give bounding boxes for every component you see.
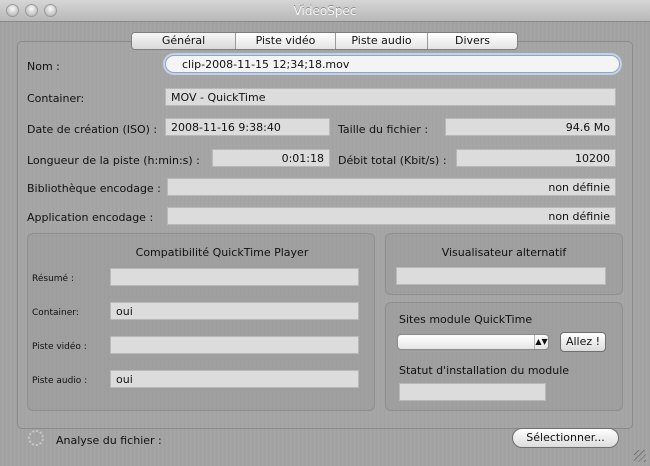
compat-video-label: Piste vidéo :	[32, 342, 87, 352]
longueur-piste-field[interactable]: 0:01:18	[212, 149, 330, 167]
progress-spinner-icon	[28, 430, 44, 446]
bibliotheque-encodage-field[interactable]: non définie	[167, 178, 616, 196]
window-title: VideoSpec	[293, 4, 357, 18]
date-creation-field[interactable]: 2008-11-16 9:38:40	[165, 118, 330, 136]
taille-fichier-label: Taille du fichier :	[338, 123, 429, 136]
compat-resume-field[interactable]	[110, 268, 359, 286]
tab-divers[interactable]: Divers	[428, 33, 517, 49]
resize-grip-icon[interactable]	[634, 450, 646, 462]
zoom-light-icon[interactable]	[44, 4, 57, 17]
nom-field[interactable]: clip-2008-11-15 12;34;18.mov	[165, 55, 620, 73]
tab-bar: Général Piste vidéo Piste audio Divers	[131, 32, 518, 50]
debit-total-field[interactable]: 10200	[456, 149, 616, 167]
statut-installation-field[interactable]	[399, 383, 546, 401]
longueur-piste-label: Longueur de la piste (h:min:s) :	[27, 154, 200, 167]
statut-installation-label: Statut d'installation du module	[399, 364, 570, 377]
sites-title: Sites module QuickTime	[399, 313, 533, 326]
compat-title: Compatibilité QuickTime Player	[135, 246, 309, 259]
window-controls	[6, 4, 57, 17]
compat-audio-field[interactable]: oui	[110, 370, 359, 388]
tab-general[interactable]: Général	[132, 33, 236, 49]
application-encodage-label: Application encodage :	[27, 211, 154, 224]
nom-label: Nom :	[27, 60, 60, 73]
container-label: Container:	[27, 92, 85, 105]
tab-piste-video[interactable]: Piste vidéo	[236, 33, 336, 49]
application-encodage-field[interactable]: non définie	[167, 207, 616, 225]
container-field[interactable]: MOV - QuickTime	[165, 88, 616, 106]
alt-viewer-title: Visualisateur alternatif	[441, 246, 567, 259]
sites-select[interactable]: ▲▼	[397, 334, 549, 350]
compat-audio-label: Piste audio :	[32, 376, 88, 386]
date-creation-label: Date de création (ISO) :	[27, 123, 158, 136]
bibliotheque-encodage-label: Bibliothèque encodage :	[27, 182, 161, 195]
analyse-fichier-label: Analyse du fichier :	[56, 434, 162, 447]
tab-piste-audio[interactable]: Piste audio	[336, 33, 428, 49]
selectionner-button[interactable]: Sélectionner...	[512, 428, 619, 448]
compat-container-field[interactable]: oui	[110, 302, 359, 320]
compat-video-field[interactable]	[110, 336, 359, 354]
window-titlebar: VideoSpec	[0, 0, 650, 22]
alt-viewer-field[interactable]	[396, 267, 606, 285]
chevron-updown-icon: ▲▼	[534, 335, 548, 349]
alt-viewer-box	[385, 233, 623, 295]
debit-total-label: Débit total (Kbit/s) :	[338, 154, 447, 167]
minimize-light-icon[interactable]	[25, 4, 38, 17]
close-light-icon[interactable]	[6, 4, 19, 17]
compat-resume-label: Résumé :	[32, 274, 74, 284]
compat-container-label: Container:	[32, 308, 79, 318]
allez-button[interactable]: Allez !	[560, 332, 606, 352]
taille-fichier-field[interactable]: 94.6 Mo	[445, 118, 616, 136]
